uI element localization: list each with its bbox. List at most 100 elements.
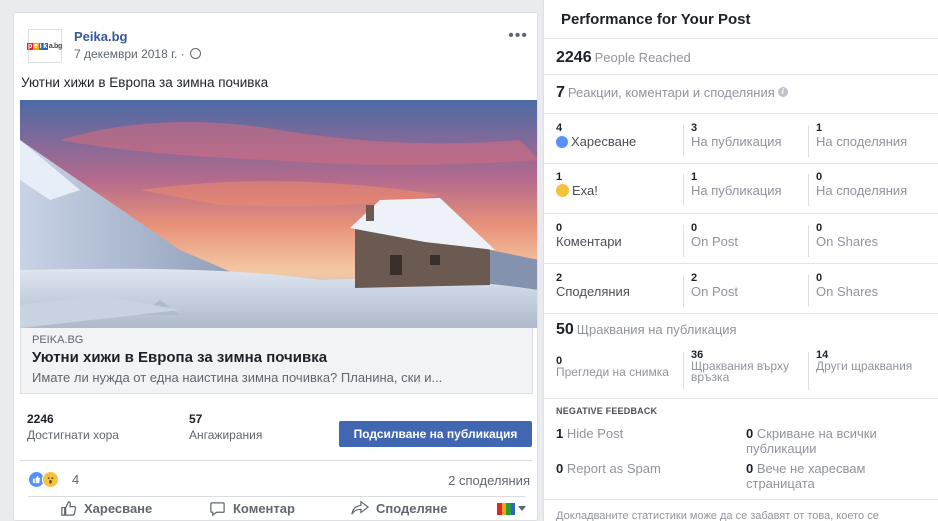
engagements-metric: 57 Ангажирания (189, 412, 262, 442)
divider (20, 460, 532, 461)
post-actions: Харесване Коментар Споделяне (20, 499, 532, 520)
page-name-link[interactable]: Peika.bg (74, 29, 127, 44)
clicks-breakdown-row: 0 Прегледи на снимка 36 Щраквания върху … (544, 349, 938, 394)
stat-label: On Shares (816, 234, 879, 249)
share-label: Споделяне (376, 500, 448, 516)
performance-title: Performance for Your Post (561, 11, 751, 28)
stat-row-comments: 0 Коментари 0 On Post 0 On Shares (544, 217, 938, 265)
stat-cell: 3 На публикация (683, 122, 803, 157)
engagement-summary: 7 Реакции, коментари и споделяния i (556, 84, 788, 102)
link-description: Имате ли нужда от една наистина зимна по… (32, 370, 443, 385)
comment-label: Коментар (233, 501, 295, 516)
comment-icon (210, 502, 225, 517)
stat-value: 0 (816, 272, 823, 284)
like-reaction-icon (556, 136, 568, 148)
negative-hide-all: 0 Скриване на всички публикации (746, 426, 926, 456)
divider (544, 398, 938, 399)
stat-label: Коментари (556, 234, 622, 249)
wow-reaction-icon (42, 471, 59, 488)
post-card: p e i k a.bg Peika.bg 7 декември 2018 г. · •… (13, 12, 538, 521)
stat-value: 3 (691, 122, 698, 134)
stat-cell: 0 On Post (683, 222, 803, 257)
stat-cell: 0 Прегледи на снимка (556, 355, 676, 378)
post-date[interactable]: 7 декември 2018 г. · (74, 47, 202, 61)
stat-row-likes: 4 Харесване 3 На публикация 1 На споделя… (544, 117, 938, 165)
reaction-count[interactable]: 4 (72, 472, 79, 487)
link-preview-meta[interactable]: PEIKA.BG Уютни хижи в Европа за зимна по… (20, 328, 533, 394)
globe-icon (190, 48, 202, 59)
stat-value: 0 (556, 222, 563, 234)
stat-cell: 2 Споделяния (556, 272, 676, 299)
reached-metric: 2246 Достигнати хора (27, 412, 119, 442)
stat-value: 2 (691, 272, 698, 284)
neg-value: 0 (746, 426, 754, 441)
stat-value: 2 (556, 272, 563, 284)
post-as-selector[interactable] (497, 503, 526, 515)
stat-label: Еха! (572, 183, 598, 198)
stat-cell: 1 На публикация (683, 171, 803, 206)
stat-cell: 0 На споделяния (808, 171, 928, 206)
stats-delay-note: Докладваните статистики може да се забав… (556, 510, 879, 521)
like-button[interactable]: Харесване (60, 500, 152, 517)
stat-label: Прегледи на снимка (556, 365, 669, 379)
stat-cell: 4 Харесване (556, 122, 676, 149)
chevron-down-icon (518, 506, 526, 511)
people-reached-label: People Reached (594, 50, 691, 65)
post-options-button[interactable]: ••• (508, 27, 528, 45)
info-icon[interactable]: i (777, 87, 788, 97)
stat-label: On Shares (816, 284, 879, 299)
stat-value: 0 (816, 171, 823, 183)
link-preview-image[interactable] (20, 100, 537, 328)
divider (544, 499, 938, 500)
post-header: p e i k a.bg Peika.bg 7 декември 2018 г. · •… (20, 27, 532, 67)
thumbs-up-icon (61, 501, 77, 516)
boost-row: 2246 Достигнати хора 57 Ангажирания Подс… (20, 412, 532, 454)
stat-label: On Post (691, 284, 738, 299)
reached-value: 2246 (27, 412, 54, 426)
share-icon (351, 500, 369, 515)
divider (544, 113, 938, 114)
share-button[interactable]: Споделяне (351, 500, 447, 516)
stat-cell: 0 On Shares (808, 272, 928, 307)
stat-value: 1 (691, 171, 698, 183)
engagements-value: 57 (189, 412, 203, 426)
reaction-summary-row: 4 2 споделяния (20, 465, 532, 495)
stat-label: Щраквания върху връзка (691, 359, 789, 384)
reaction-icons[interactable] (28, 471, 59, 488)
wow-reaction-icon (556, 184, 569, 197)
engagement-label: Реакции, коментари и споделяния (567, 85, 775, 100)
stat-label-wrap: Харесване (556, 134, 676, 149)
negative-feedback-header: NEGATIVE FEEDBACK (556, 406, 658, 416)
people-reached: 2246 People Reached (556, 49, 691, 67)
shares-count-link[interactable]: 2 споделяния (448, 473, 530, 488)
stat-cell: 0 On Shares (808, 222, 928, 257)
stat-row-shares: 2 Споделяния 2 On Post 0 On Shares (544, 267, 938, 315)
link-domain: PEIKA.BG (32, 334, 84, 346)
stat-label: На споделяния (816, 183, 908, 198)
neg-value: 0 (556, 461, 564, 476)
stat-value: 1 (556, 171, 563, 183)
stat-label: На публикация (691, 134, 782, 149)
neg-label: Скриване на всички публикации (746, 426, 877, 456)
stat-label-wrap: Еха! (556, 183, 676, 198)
divider (544, 74, 938, 75)
people-reached-value: 2246 (556, 49, 592, 66)
boost-post-button[interactable]: Подсилване на публикация (339, 421, 532, 447)
like-label: Харесване (84, 501, 153, 516)
stat-value: 0 (816, 222, 823, 234)
link-title: Уютни хижи в Европа за зимна почивка (32, 349, 328, 366)
negative-report-spam: 0 Report as Spam (556, 461, 736, 476)
comment-button[interactable]: Коментар (209, 500, 295, 517)
divider (544, 313, 938, 314)
page-avatar[interactable]: p e i k a.bg (26, 29, 62, 63)
post-clicks-value: 50 (556, 321, 574, 338)
post-clicks-label: Щраквания на публикация (576, 322, 737, 337)
divider (544, 38, 938, 39)
stat-cell: 1 На споделяния (808, 122, 928, 157)
neg-label: Hide Post (566, 426, 624, 441)
stat-value: 1 (816, 122, 823, 134)
stat-label: Други щраквания (816, 359, 913, 373)
engagement-value: 7 (556, 84, 565, 101)
stat-label: Харесване (571, 134, 637, 149)
page-mini-avatar (497, 503, 515, 515)
